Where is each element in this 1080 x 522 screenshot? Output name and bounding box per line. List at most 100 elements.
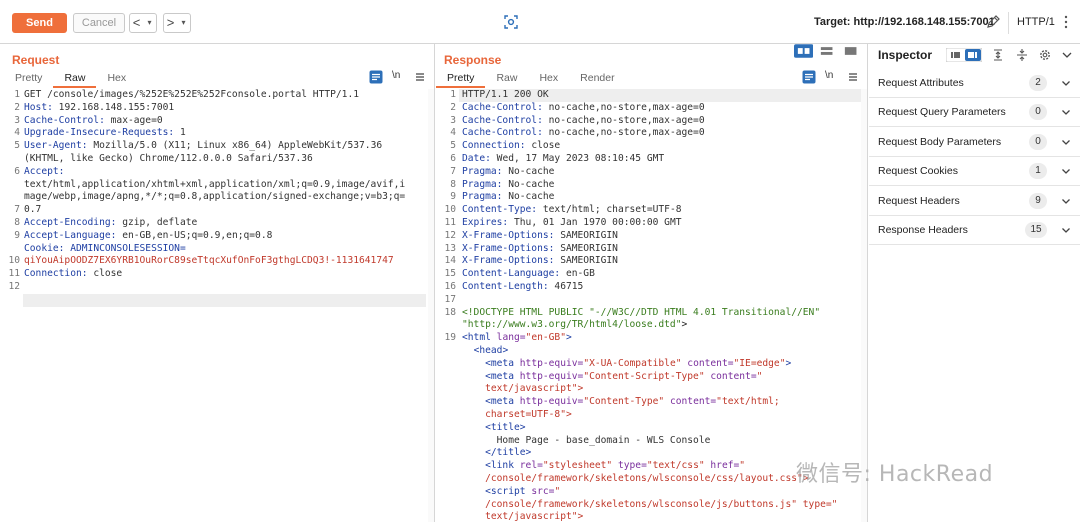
inspector-pane: Inspector Request Attributes 2 Request Que… — [869, 44, 1080, 522]
back-button[interactable]: < — [130, 14, 143, 32]
response-line: <!DOCTYPE HTML PUBLIC "-//W3C//DTD HTML … — [462, 306, 821, 318]
line-number: 2 — [450, 101, 456, 113]
request-line: Connection: close — [24, 268, 123, 280]
inspector-count-badge: 0 — [1029, 133, 1047, 150]
cancel-button[interactable]: Cancel — [73, 13, 125, 33]
chevron-down-icon[interactable] — [1061, 107, 1071, 117]
inspector-row[interactable]: Request Query Parameters 0 — [869, 98, 1080, 128]
back-history-dropdown[interactable]: ▾ — [143, 14, 156, 32]
response-line: HTTP/1.1 200 OK — [462, 89, 549, 100]
response-tab-raw[interactable]: Raw — [485, 70, 528, 88]
inspector-count-badge: 2 — [1029, 75, 1047, 91]
response-line: Home Page - base_domain - WLS Console — [462, 434, 711, 446]
message-actions-icon[interactable] — [369, 70, 383, 84]
line-number: 10 — [444, 204, 456, 216]
forward-history-dropdown[interactable]: ▾ — [177, 14, 190, 32]
newline-toggle[interactable]: \n — [392, 70, 400, 81]
settings-icon[interactable] — [1038, 48, 1052, 62]
response-newline-toggle[interactable]: \n — [825, 70, 833, 81]
line-number: 5 — [14, 140, 20, 152]
inspector-row[interactable]: Request Cookies 1 — [869, 157, 1080, 187]
inspector-layout-toggle[interactable] — [946, 48, 982, 62]
send-button[interactable]: Send — [12, 13, 67, 33]
menu-icon[interactable] — [413, 70, 427, 84]
response-line: Content-Language: en-GB — [462, 268, 595, 280]
line-number: 11 — [444, 217, 456, 228]
request-tab-raw[interactable]: Raw — [53, 70, 97, 88]
chevron-down-icon[interactable] — [1061, 78, 1071, 88]
layout-target-icon[interactable] — [503, 14, 519, 30]
back-nav-group: < ▾ — [129, 13, 157, 33]
line-number: 17 — [444, 293, 456, 305]
toolbar-divider — [1008, 12, 1009, 34]
split-horizontal-icon[interactable] — [794, 44, 814, 58]
request-tab-hex[interactable]: Hex — [96, 70, 137, 88]
response-line: <head> — [473, 345, 509, 356]
response-actions-icon[interactable] — [802, 70, 816, 84]
chevron-down-icon[interactable] — [1061, 166, 1071, 176]
response-line: <meta http-equiv="Content-Script-Type" c… — [485, 370, 763, 382]
request-line: User-Agent: Mozilla/5.0 (X11; Linux x86_… — [24, 140, 383, 152]
line-number: 4 — [14, 127, 20, 139]
request-line: (KHTML, like Gecko) Chrome/112.0.0.0 Saf… — [24, 153, 313, 164]
request-line: Accept-Language: en-GB,en-US;q=0.9,en;q=… — [24, 229, 273, 241]
line-number: 8 — [14, 217, 20, 228]
chevron-down-icon[interactable] — [1061, 225, 1071, 235]
http-protocol-selector[interactable]: HTTP/1 — [1017, 16, 1055, 28]
line-number: 13 — [444, 242, 456, 254]
inspector-row[interactable]: Request Body Parameters 0 — [869, 128, 1080, 157]
response-line: <html lang="en-GB"> — [462, 332, 572, 344]
request-view-tabs: Pretty Raw Hex — [4, 70, 137, 88]
target-url: Target: http://192.168.148.155:7001 — [814, 16, 995, 28]
inspector-row-label: Request Headers — [878, 194, 960, 207]
line-number: 11 — [8, 268, 20, 280]
line-number: 18 — [444, 306, 456, 318]
close-inspector-icon[interactable] — [1061, 50, 1073, 60]
line-number: 16 — [444, 281, 456, 292]
response-tab-render[interactable]: Render — [569, 70, 625, 88]
edit-target-icon[interactable] — [985, 14, 1001, 30]
inspector-row[interactable]: Request Attributes 2 — [869, 69, 1080, 98]
request-title: Request — [12, 53, 60, 67]
response-line: <meta http-equiv="Content-Type" content=… — [485, 396, 780, 408]
response-tab-hex[interactable]: Hex — [528, 70, 569, 88]
current-line-highlight — [23, 293, 426, 307]
response-menu-icon[interactable] — [846, 70, 860, 84]
request-scrollbar[interactable] — [428, 89, 434, 522]
tabs-layout-icon[interactable] — [841, 44, 860, 58]
request-pane: Request Pretty Raw Hex \n 1 GET /console/… — [0, 44, 435, 522]
response-line: Expires: Thu, 01 Jan 1970 00:00:00 GMT — [462, 217, 682, 228]
line-number: 12 — [8, 281, 20, 292]
request-line: GET /console/images/%252E%252E%252Fconso… — [24, 89, 360, 100]
response-line: X-Frame-Options: SAMEORIGIN — [462, 229, 618, 241]
line-number: 2 — [14, 101, 20, 113]
line-number: 15 — [444, 268, 456, 280]
forward-button[interactable]: > — [164, 14, 177, 32]
more-options-icon[interactable] — [1064, 14, 1068, 30]
line-number: 6 — [14, 165, 20, 177]
response-pane: Response Pretty Raw Hex Render \n 1 HTTP/… — [436, 44, 868, 522]
inspector-row[interactable]: Request Headers 9 — [869, 187, 1080, 216]
chevron-down-icon[interactable] — [1061, 196, 1071, 206]
inspector-count-badge: 0 — [1029, 104, 1047, 121]
response-line: Pragma: No-cache — [462, 165, 555, 177]
expand-all-icon[interactable] — [991, 48, 1005, 62]
inspector-row[interactable]: Response Headers 15 — [869, 216, 1080, 245]
line-number: 1 — [450, 89, 456, 100]
response-line: Content-Length: 46715 — [462, 281, 584, 292]
request-tab-pretty[interactable]: Pretty — [4, 70, 53, 88]
split-vertical-icon[interactable] — [817, 44, 836, 58]
line-number: 19 — [444, 332, 456, 344]
chevron-down-icon[interactable] — [1061, 137, 1071, 147]
response-line: Date: Wed, 17 May 2023 08:10:45 GMT — [462, 153, 665, 164]
response-view-tabs: Pretty Raw Hex Render — [436, 70, 626, 88]
response-tab-pretty[interactable]: Pretty — [436, 70, 486, 88]
collapse-all-icon[interactable] — [1015, 48, 1029, 62]
line-number: 8 — [450, 178, 456, 190]
line-number: 10 — [8, 255, 20, 267]
response-line: <meta http-equiv="X-UA-Compatible" conte… — [485, 357, 792, 369]
inspector-row-label: Request Body Parameters — [878, 135, 1002, 148]
request-line: 0.7 — [24, 204, 42, 216]
line-number: 3 — [14, 114, 20, 126]
response-line: Cache-Control: no-cache,no-store,max-age… — [462, 114, 705, 126]
